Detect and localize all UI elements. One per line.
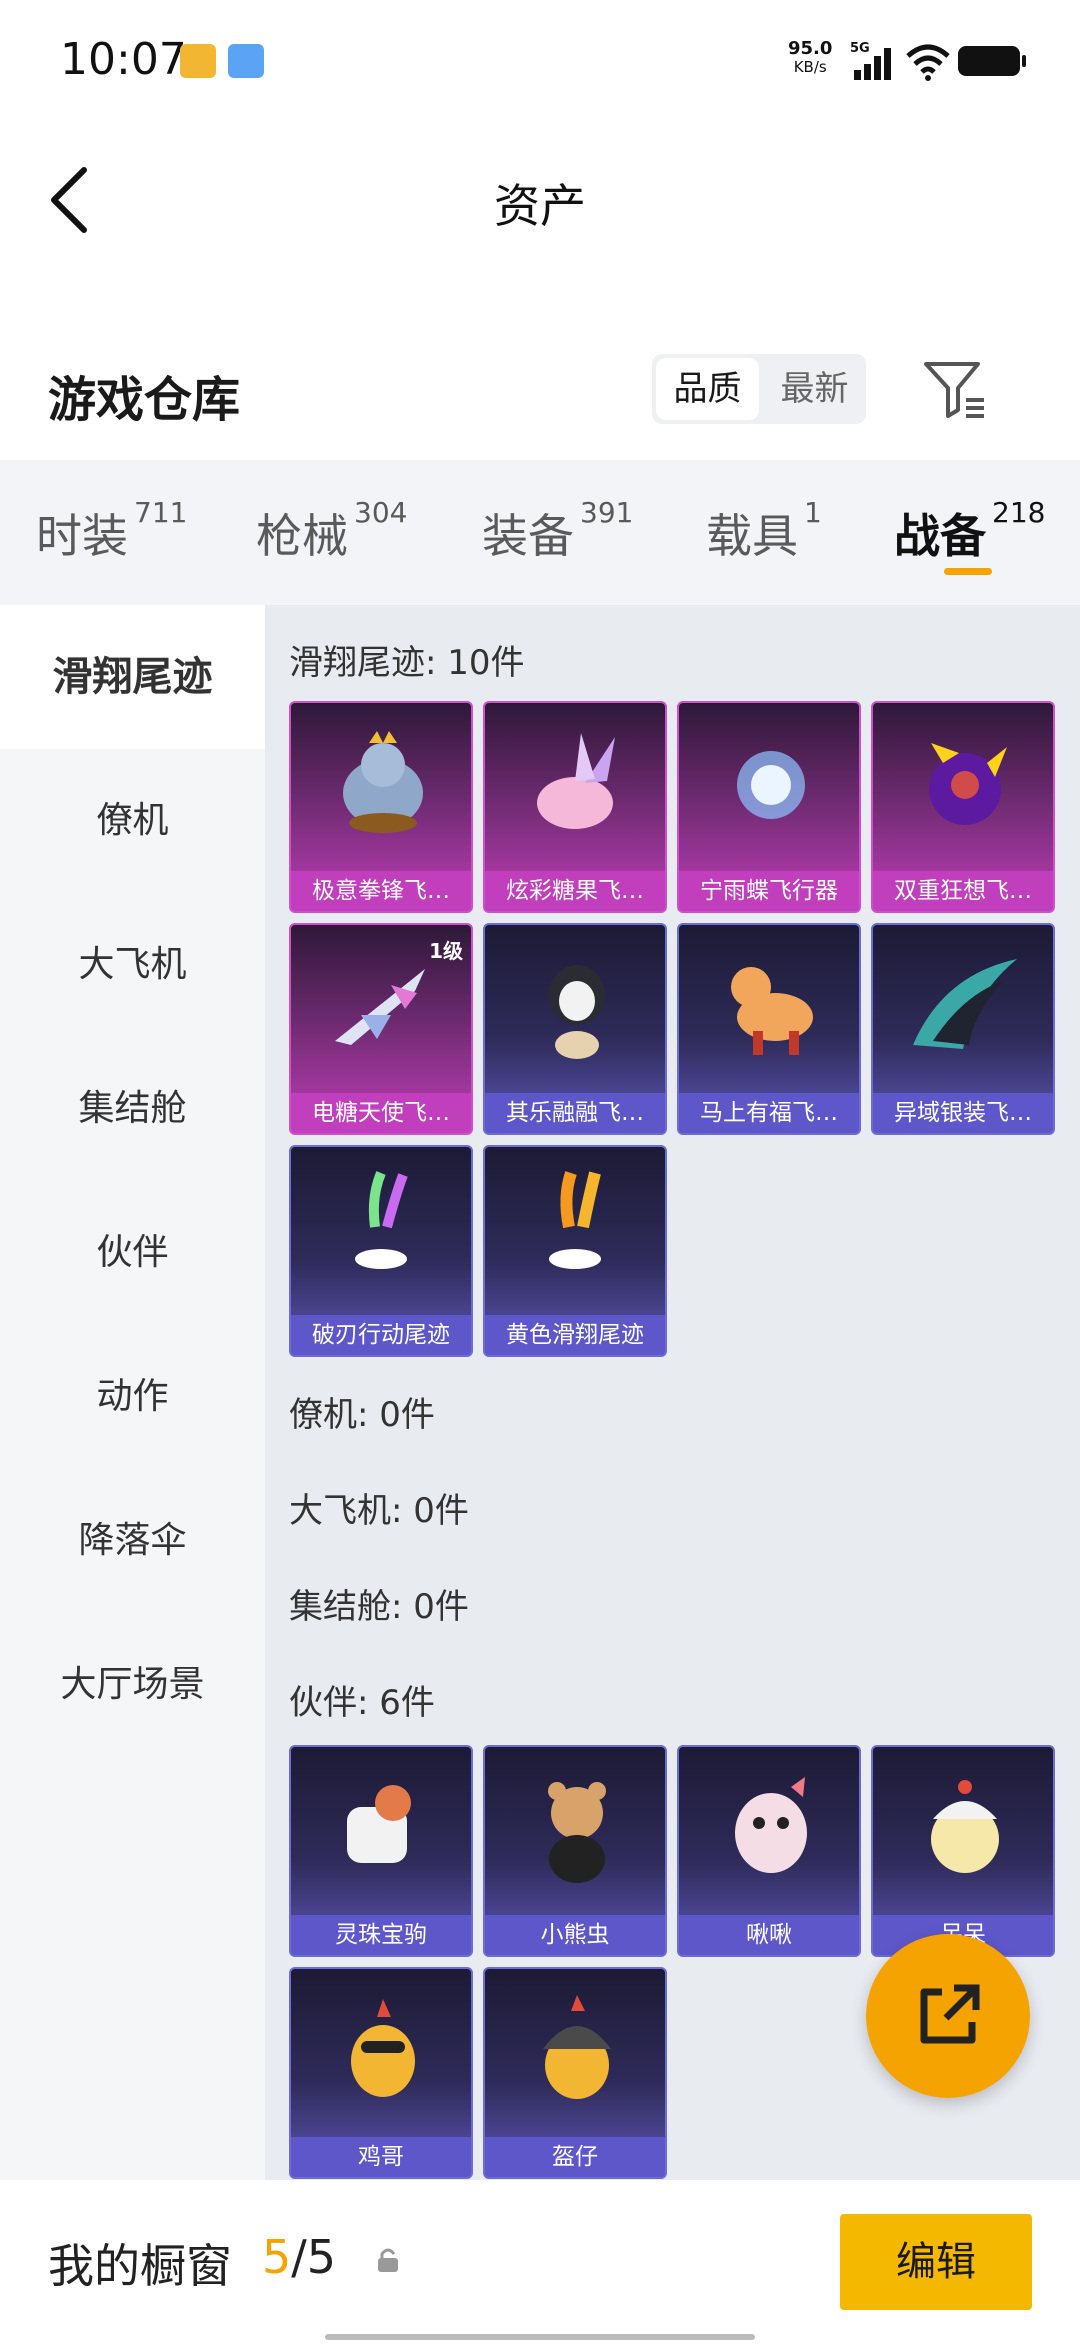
filter-icon[interactable] (920, 354, 990, 424)
item-card[interactable]: 盔仔 (483, 1967, 667, 2179)
edit-button[interactable]: 编辑 (840, 2214, 1032, 2310)
item-card[interactable]: 其乐融融飞… (483, 923, 667, 1135)
share-icon (920, 1984, 980, 2044)
status-bar: 10:07 95.0 KB/s 5G (0, 0, 1080, 120)
item-name: 马上有福飞… (679, 1093, 859, 1133)
item-card[interactable]: 呆呆 (871, 1745, 1055, 1957)
home-indicator[interactable] (325, 2334, 755, 2340)
item-name: 破刃行动尾迹 (291, 1315, 471, 1355)
item-name: 电糖天使飞… (291, 1093, 471, 1133)
item-card[interactable]: 炫彩糖果飞… (483, 701, 667, 913)
section-title-plane: 大飞机: 0件 (289, 1491, 469, 1531)
wing-blade-icon (913, 959, 1017, 1049)
item-card[interactable]: 异域银装飞… (871, 923, 1055, 1135)
item-card[interactable]: 1级 电糖天使飞… (289, 923, 473, 1135)
sidebar-item-cabin[interactable]: 集结舱 (0, 1037, 265, 1181)
lock-icon (378, 2248, 398, 2272)
sort-toggle: 品质 最新 (652, 354, 866, 424)
category-tabs: 时装 711 枪械 304 装备 391 载具 1 战备 218 (0, 460, 1080, 605)
energy-orb-icon (737, 751, 805, 819)
top-bar: 资产 (0, 130, 1080, 270)
item-card[interactable]: 啾啾 (677, 1745, 861, 1957)
item-card[interactable]: 小熊虫 (483, 1745, 667, 1957)
item-card[interactable]: 极意拳锋飞… (289, 701, 473, 913)
item-name: 炫彩糖果飞… (485, 871, 665, 911)
active-tab-indicator (944, 568, 992, 575)
sidebar: 滑翔尾迹 僚机 大飞机 集结舱 伙伴 动作 降落伞 大厅场景 (0, 605, 265, 2180)
page-title: 资产 (494, 179, 586, 233)
pony-icon (347, 1785, 411, 1863)
network-speed: 95.0 KB/s (788, 38, 833, 77)
horse-icon (731, 967, 813, 1055)
warehouse-title: 游戏仓库 (48, 372, 241, 428)
item-name: 啾啾 (679, 1915, 859, 1955)
item-name: 异域银装飞… (873, 1093, 1053, 1133)
signal-icon: 5G (850, 41, 891, 80)
item-name: 盔仔 (485, 2137, 665, 2177)
tab-equipment[interactable]: 装备 391 (482, 496, 633, 566)
sidebar-item-parachute[interactable]: 降落伞 (0, 1469, 265, 1613)
item-card[interactable]: 双重狂想飞… (871, 701, 1055, 913)
battery-icon (958, 46, 1026, 76)
item-name: 黄色滑翔尾迹 (485, 1315, 665, 1355)
sidebar-item-emote[interactable]: 动作 (0, 1325, 265, 1469)
sidebar-item-wingman[interactable]: 僚机 (0, 749, 265, 893)
item-name: 双重狂想飞… (873, 871, 1053, 911)
wifi-icon (906, 44, 950, 81)
notification-app-icon-2 (228, 44, 264, 78)
skydiver-trail-icon (355, 1171, 408, 1269)
sidebar-item-lobby-scene[interactable]: 大厅场景 (0, 1613, 265, 1757)
item-name: 宁雨蝶飞行器 (679, 871, 859, 911)
sidebar-item-glide-trail[interactable]: 滑翔尾迹 (0, 605, 265, 749)
helmet-chick-icon (543, 1995, 611, 2099)
section-title-wingman: 僚机: 0件 (289, 1395, 435, 1435)
item-card[interactable]: 鸡哥 (289, 1967, 473, 2179)
candy-icon (537, 733, 615, 829)
sidebar-item-partner[interactable]: 伙伴 (0, 1181, 265, 1325)
share-button[interactable] (866, 1934, 1030, 2098)
showcase-bar: 我的橱窗 5/5 编辑 (0, 2180, 1080, 2344)
item-name: 极意拳锋飞… (291, 871, 471, 911)
item-card[interactable]: 灵珠宝驹 (289, 1745, 473, 1957)
item-card[interactable]: 破刃行动尾迹 (289, 1145, 473, 1357)
chick-icon (931, 1780, 999, 1873)
sort-newest-button[interactable]: 最新 (763, 354, 866, 424)
section-title-partner: 伙伴: 6件 (289, 1683, 435, 1723)
section-title-glide: 滑翔尾迹: 10件 (289, 643, 525, 683)
item-name: 鸡哥 (291, 2137, 471, 2177)
chick-icon (735, 1777, 807, 1873)
tab-weapons[interactable]: 枪械 304 (256, 496, 407, 566)
showcase-count: 5/5 (262, 2230, 337, 2284)
bear-icon (548, 1782, 606, 1883)
skydiver-trail-icon (549, 1171, 601, 1269)
status-time: 10:07 (60, 34, 187, 85)
tab-vehicles[interactable]: 载具 1 (706, 496, 822, 566)
tab-combat-gear[interactable]: 战备 218 (894, 496, 1045, 566)
item-card[interactable]: 黄色滑翔尾迹 (483, 1145, 667, 1357)
jet-icon (335, 969, 425, 1045)
showcase-label: 我的橱窗 (48, 2239, 232, 2293)
rooster-icon (351, 1999, 415, 2097)
penguin-icon (549, 965, 605, 1059)
tab-fashion[interactable]: 时装 711 (36, 496, 187, 566)
sidebar-item-plane[interactable]: 大飞机 (0, 893, 265, 1037)
item-card[interactable]: 宁雨蝶飞行器 (677, 701, 861, 913)
bomb-icon (929, 743, 1007, 825)
item-name: 其乐融融飞… (485, 1093, 665, 1133)
notification-app-icon (180, 44, 216, 78)
item-name: 灵珠宝驹 (291, 1915, 471, 1955)
section-title-cabin: 集结舱: 0件 (289, 1587, 469, 1627)
item-name: 小熊虫 (485, 1915, 665, 1955)
item-card[interactable]: 马上有福飞… (677, 923, 861, 1135)
elephant-icon (343, 731, 423, 833)
sort-quality-button[interactable]: 品质 (656, 358, 759, 420)
warehouse-header: 游戏仓库 品质 最新 (0, 340, 1080, 460)
svg-text:5G: 5G (850, 41, 870, 56)
